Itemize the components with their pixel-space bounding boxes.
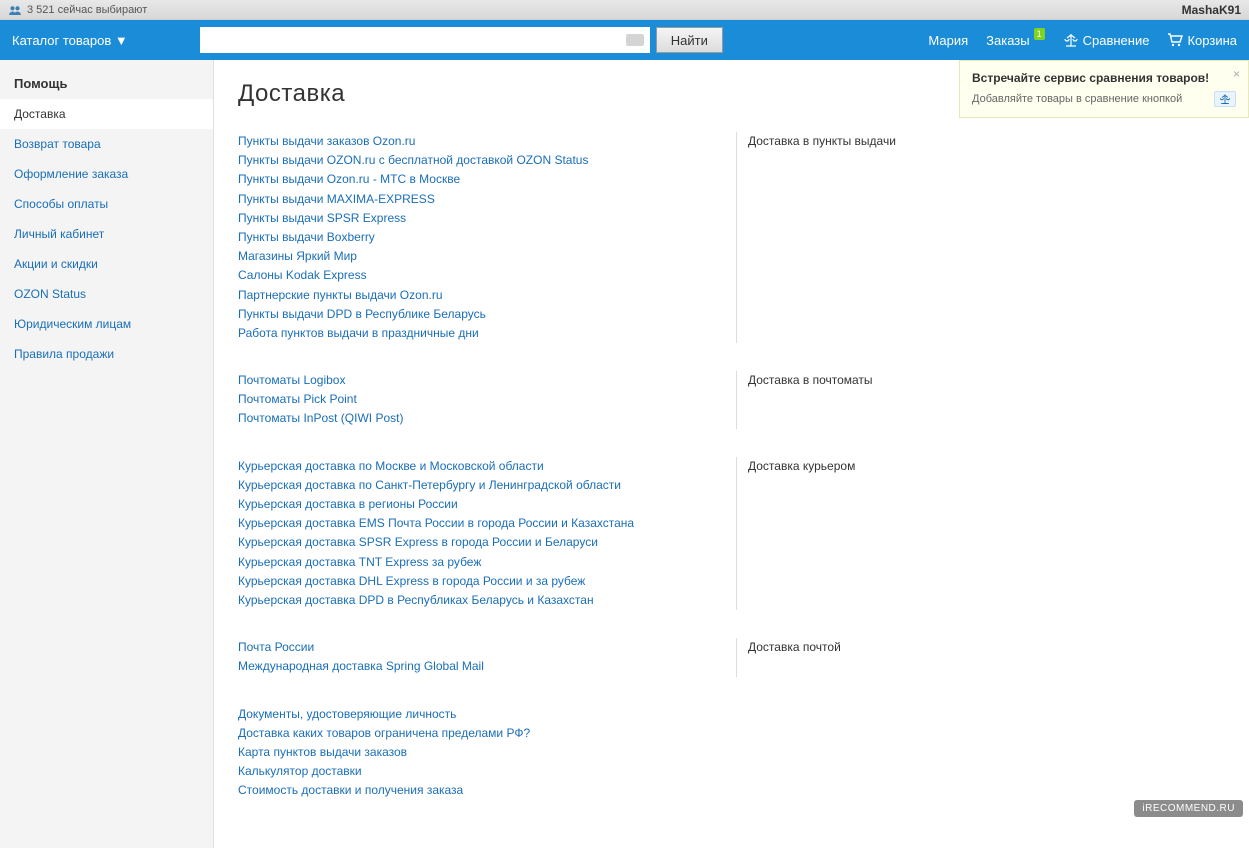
content-link[interactable]: Пункты выдачи DPD в Республике Беларусь (238, 305, 748, 324)
sidebar-item-payment[interactable]: Способы оплаты (0, 189, 213, 219)
header-bar: Каталог товаров ▼ Найти Мария Заказы 1 С… (0, 20, 1249, 60)
main-content: × Встречайте сервис сравнения товаров! Д… (214, 60, 1249, 848)
content-link[interactable]: Салоны Kodak Express (238, 266, 748, 285)
header-right: Мария Заказы 1 Сравнение Корзина (928, 32, 1237, 48)
catalog-button[interactable]: Каталог товаров ▼ (12, 33, 188, 48)
content-link[interactable]: Калькулятор доставки (238, 762, 748, 781)
section: Почтоматы LogiboxПочтоматы Pick PointПоч… (238, 371, 1225, 429)
content-link[interactable]: Почта России (238, 638, 748, 657)
content-wrap: Помощь Доставка Возврат товара Оформлени… (0, 60, 1249, 848)
section-links: Почтоматы LogiboxПочтоматы Pick PointПоч… (238, 371, 748, 429)
compare-notification: × Встречайте сервис сравнения товаров! Д… (959, 60, 1249, 118)
section-heading: Доставка в почтоматы (748, 371, 928, 429)
compare-link[interactable]: Сравнение (1063, 32, 1150, 48)
search-wrap: Найти (200, 27, 723, 53)
sidebar-item-promo[interactable]: Акции и скидки (0, 249, 213, 279)
sidebar-item-account[interactable]: Личный кабинет (0, 219, 213, 249)
visitors-counter: 3 521 сейчас выбирают (8, 4, 147, 16)
content-link[interactable]: Работа пунктов выдачи в праздничные дни (238, 324, 748, 343)
top-strip: 3 521 сейчас выбирают MashaK91 (0, 0, 1249, 20)
orders-label: Заказы (986, 33, 1029, 48)
content-link[interactable]: Курьерская доставка по Москве и Московск… (238, 457, 748, 476)
content-link[interactable]: Пункты выдачи MAXIMA-EXPRESS (238, 190, 748, 209)
cart-icon (1167, 32, 1183, 48)
keyboard-icon[interactable] (626, 34, 644, 46)
section-heading: Доставка курьером (748, 457, 928, 611)
user-name: Мария (928, 33, 968, 48)
section-links: Курьерская доставка по Москве и Московск… (238, 457, 748, 611)
notify-title: Встречайте сервис сравнения товаров! (972, 71, 1236, 85)
section-links: Пункты выдачи заказов Ozon.ruПункты выда… (238, 132, 748, 343)
content-link[interactable]: Международная доставка Spring Global Mai… (238, 657, 748, 676)
orders-link[interactable]: Заказы 1 (986, 33, 1044, 48)
cart-link[interactable]: Корзина (1167, 32, 1237, 48)
content-link[interactable]: Курьерская доставка TNT Express за рубеж (238, 553, 748, 572)
content-link[interactable]: Партнерские пункты выдачи Ozon.ru (238, 286, 748, 305)
content-link[interactable]: Курьерская доставка EMS Почта России в г… (238, 514, 748, 533)
sidebar: Помощь Доставка Возврат товара Оформлени… (0, 60, 214, 848)
content-link[interactable]: Курьерская доставка DHL Express в города… (238, 572, 748, 591)
sidebar-item-delivery[interactable]: Доставка (0, 99, 213, 129)
sidebar-item-checkout[interactable]: Оформление заказа (0, 159, 213, 189)
content-link[interactable]: Пункты выдачи Ozon.ru - МТС в Москве (238, 170, 748, 189)
orders-badge: 1 (1034, 28, 1045, 40)
sidebar-item-b2b[interactable]: Юридическим лицам (0, 309, 213, 339)
content-link[interactable]: Почтоматы InPost (QIWI Post) (238, 409, 748, 428)
section-links: Почта РоссииМеждународная доставка Sprin… (238, 638, 748, 676)
sidebar-item-rules[interactable]: Правила продажи (0, 339, 213, 369)
scales-icon (1063, 32, 1079, 48)
content-link[interactable]: Курьерская доставка DPD в Республиках Бе… (238, 591, 748, 610)
sidebar-title: Помощь (0, 70, 213, 99)
close-icon[interactable]: × (1233, 67, 1240, 81)
user-link[interactable]: Мария (928, 33, 968, 48)
content-link[interactable]: Пункты выдачи OZON.ru с бесплатной доста… (238, 151, 748, 170)
content-link[interactable]: Почтоматы Pick Point (238, 390, 748, 409)
section: Пункты выдачи заказов Ozon.ruПункты выда… (238, 132, 1225, 343)
content-link[interactable]: Документы, удостоверяющие личность (238, 705, 748, 724)
compare-chip-icon (1214, 91, 1236, 107)
compare-label: Сравнение (1083, 33, 1150, 48)
content-link[interactable]: Доставка каких товаров ограничена предел… (238, 724, 748, 743)
section-links: Документы, удостоверяющие личностьДостав… (238, 705, 748, 801)
people-icon (8, 5, 22, 15)
content-link[interactable]: Пункты выдачи SPSR Express (238, 209, 748, 228)
content-link[interactable]: Курьерская доставка SPSR Express в город… (238, 533, 748, 552)
section: Почта РоссииМеждународная доставка Sprin… (238, 638, 1225, 676)
watermark: iRECOMMEND.RU (1134, 800, 1243, 817)
sidebar-item-status[interactable]: OZON Status (0, 279, 213, 309)
content-link[interactable]: Карта пунктов выдачи заказов (238, 743, 748, 762)
visitors-text: 3 521 сейчас выбирают (27, 4, 147, 16)
content-link[interactable]: Магазины Яркий Мир (238, 247, 748, 266)
content-link[interactable]: Пункты выдачи Boxberry (238, 228, 748, 247)
content-link[interactable]: Пункты выдачи заказов Ozon.ru (238, 132, 748, 151)
section: Документы, удостоверяющие личностьДостав… (238, 705, 1225, 801)
search-input[interactable] (200, 27, 650, 53)
section: Курьерская доставка по Москве и Московск… (238, 457, 1225, 611)
cart-label: Корзина (1187, 33, 1237, 48)
notify-body: Добавляйте товары в сравнение кнопкой (972, 93, 1182, 105)
sidebar-item-return[interactable]: Возврат товара (0, 129, 213, 159)
content-link[interactable]: Почтоматы Logibox (238, 371, 748, 390)
search-button[interactable]: Найти (656, 27, 723, 53)
section-heading: Доставка в пункты выдачи (748, 132, 928, 343)
content-link[interactable]: Стоимость доставки и получения заказа (238, 781, 748, 800)
username-label: MashaK91 (1182, 3, 1241, 17)
content-link[interactable]: Курьерская доставка в регионы России (238, 495, 748, 514)
section-heading: Доставка почтой (748, 638, 928, 676)
content-link[interactable]: Курьерская доставка по Санкт-Петербургу … (238, 476, 748, 495)
